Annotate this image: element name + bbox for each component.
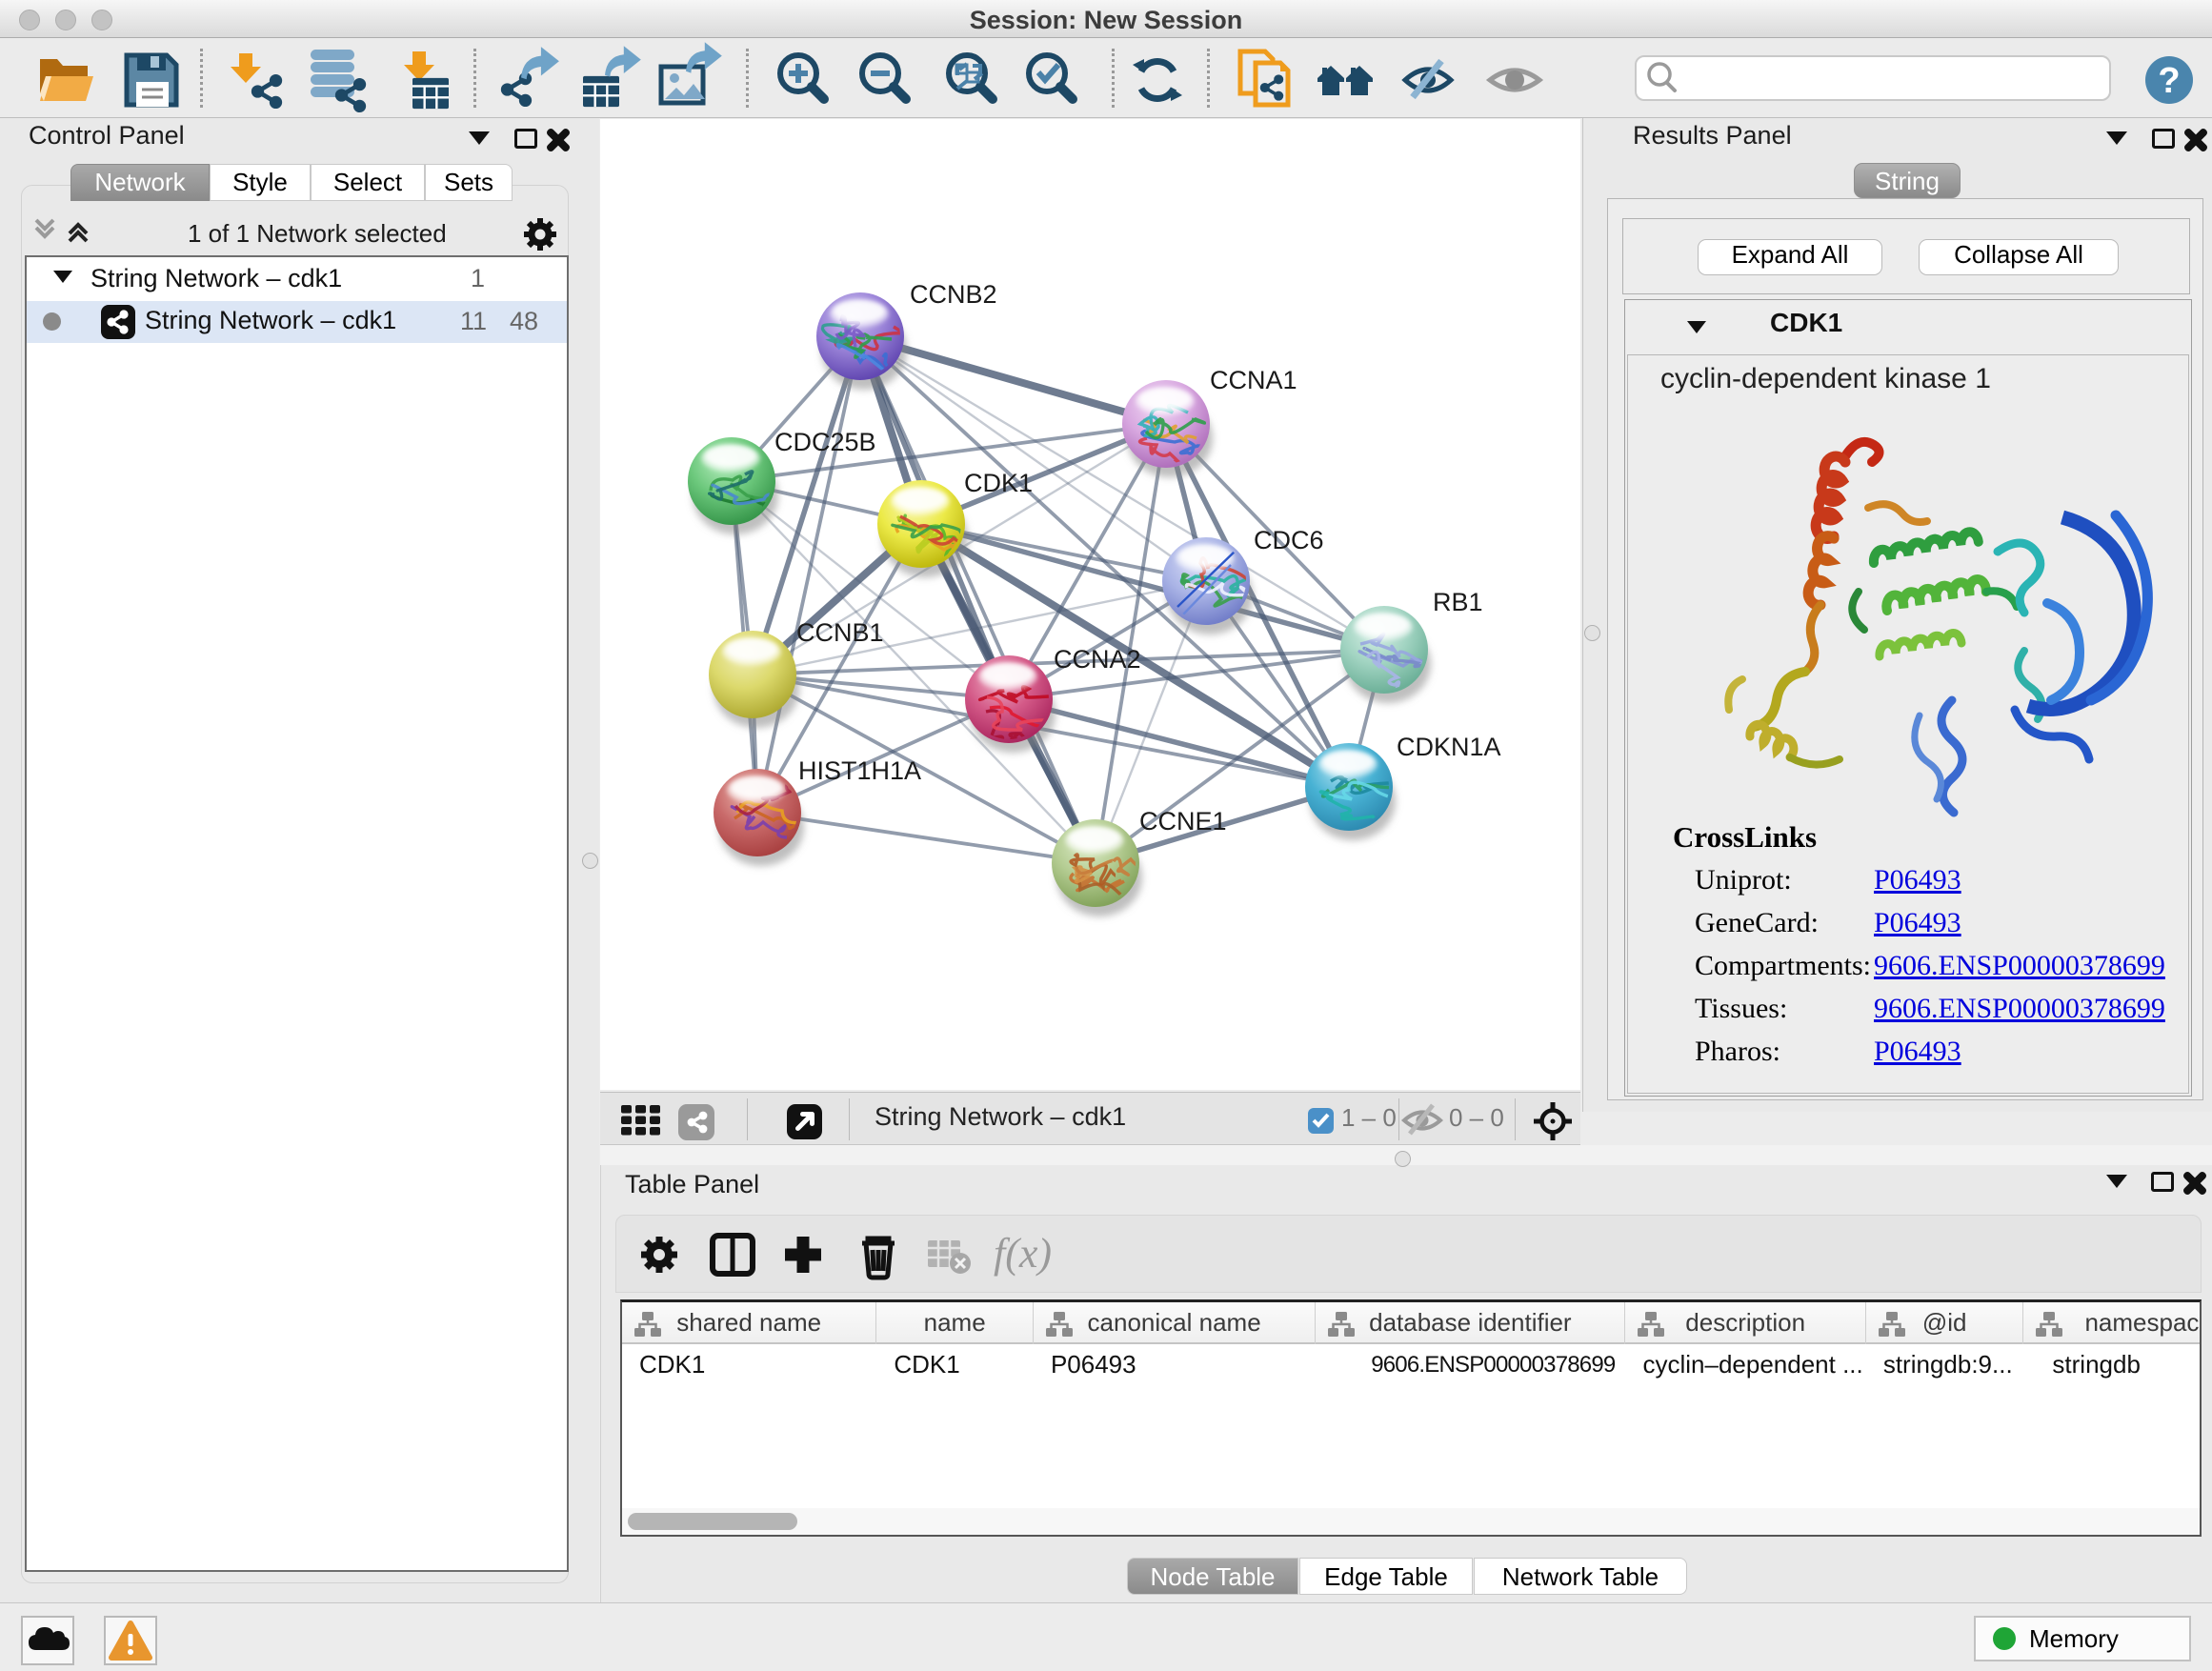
svg-text:HIST1H1A: HIST1H1A: [798, 756, 921, 785]
svg-text:CDKN1A: CDKN1A: [1397, 733, 1501, 761]
svg-text:CDC25B: CDC25B: [774, 428, 876, 456]
svg-text:CDC6: CDC6: [1254, 526, 1324, 554]
svg-text:CCNE1: CCNE1: [1139, 807, 1227, 836]
svg-text:CCNB2: CCNB2: [910, 280, 997, 309]
svg-text:RB1: RB1: [1433, 588, 1483, 616]
svg-text:CDK1: CDK1: [964, 469, 1033, 497]
svg-text:CCNA1: CCNA1: [1210, 366, 1297, 394]
svg-text:CCNA2: CCNA2: [1054, 645, 1141, 674]
svg-text:f(x): f(x): [994, 1230, 1052, 1277]
svg-text:?: ?: [2158, 61, 2180, 101]
svg-text:CCNB1: CCNB1: [796, 618, 884, 647]
